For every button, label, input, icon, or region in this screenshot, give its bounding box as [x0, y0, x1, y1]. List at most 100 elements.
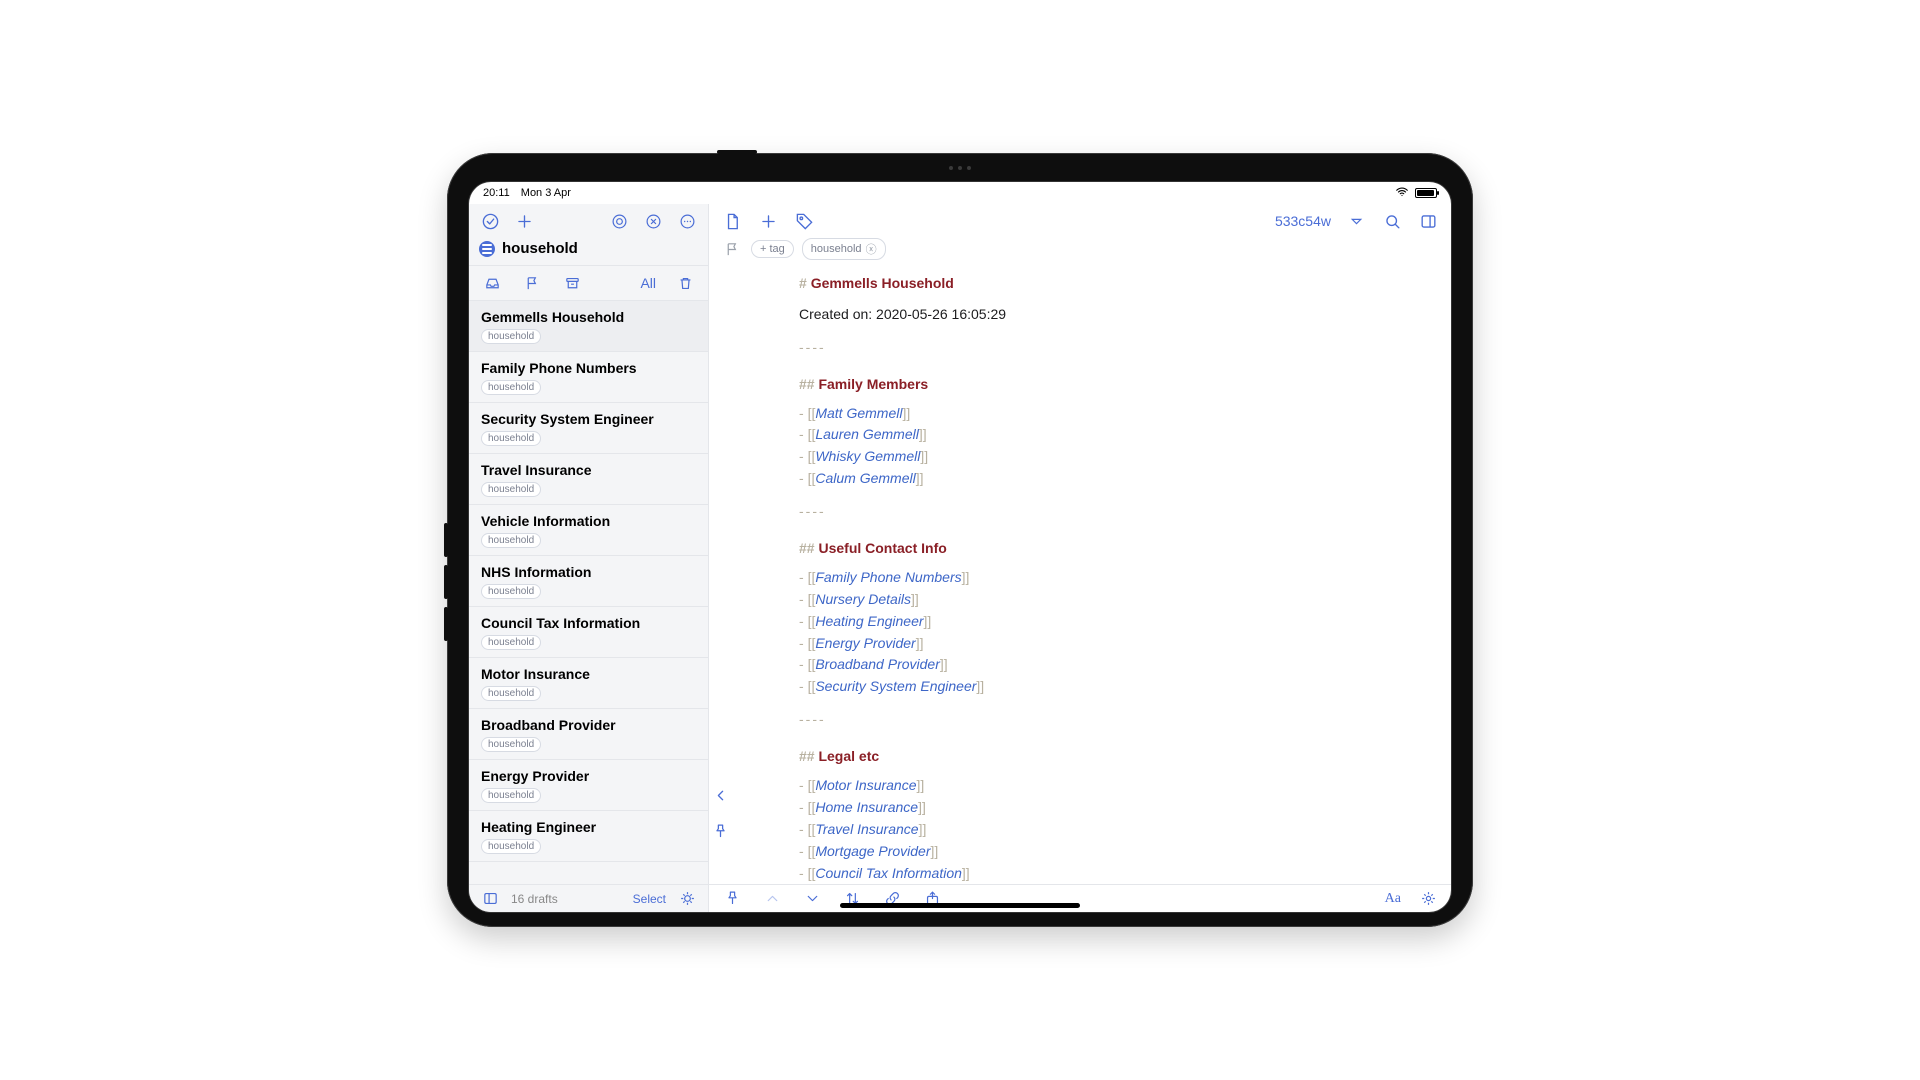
status-time: 20:11 — [483, 187, 510, 199]
screen: 20:11 Mon 3 Apr — [469, 182, 1451, 912]
sidebar-toolbar — [469, 204, 708, 234]
list-item[interactable]: Broadband Provider household — [469, 709, 708, 760]
list-item-title: Energy Provider — [481, 768, 696, 784]
wiki-link[interactable]: Broadband Provider — [815, 656, 940, 672]
content-pane: 533c54w — [709, 204, 1451, 912]
inbox-tab[interactable] — [481, 272, 503, 294]
workspaces-button[interactable] — [479, 210, 501, 232]
list-item-tag: household — [481, 635, 541, 650]
remove-tag-icon[interactable]: ⓧ — [866, 241, 877, 257]
list-actions-button[interactable] — [676, 888, 698, 910]
tag-pill-household[interactable]: household ⓧ — [802, 238, 886, 260]
sidebar-filters: All — [469, 265, 708, 301]
list-item-tag: household — [481, 788, 541, 803]
wiki-link[interactable]: Calum Gemmell — [815, 470, 915, 486]
wiki-link[interactable]: Heating Engineer — [815, 613, 923, 629]
version-menu-button[interactable] — [1345, 210, 1367, 232]
list-item-title: NHS Information — [481, 564, 696, 580]
wiki-link[interactable]: Security System Engineer — [815, 678, 976, 694]
battery-icon — [1415, 188, 1437, 198]
wiki-link[interactable]: Travel Insurance — [815, 821, 918, 837]
list-item-title: Gemmells Household — [481, 309, 696, 325]
list-item[interactable]: Family Phone Numbers household — [469, 352, 708, 403]
trash-tab[interactable] — [674, 272, 696, 294]
list-item-tag: household — [481, 839, 541, 854]
tag-row: + tag household ⓧ — [709, 234, 1451, 264]
status-date: Mon 3 Apr — [521, 187, 571, 199]
list-item-tag: household — [481, 584, 541, 599]
list-item-title: Motor Insurance — [481, 666, 696, 682]
settings-button[interactable] — [1417, 888, 1439, 910]
list-item[interactable]: Security System Engineer household — [469, 403, 708, 454]
list-item-tag: household — [481, 482, 541, 497]
sidebar: household All — [469, 204, 709, 912]
list-item-tag: household — [481, 380, 541, 395]
list-item[interactable]: NHS Information household — [469, 556, 708, 607]
notes-list: Gemmells HouseholdhouseholdFamily Phone … — [469, 301, 708, 884]
wiki-link[interactable]: Energy Provider — [815, 635, 915, 651]
list-item[interactable]: Travel Insurance household — [469, 454, 708, 505]
wiki-link[interactable]: Family Phone Numbers — [815, 569, 961, 585]
wifi-icon — [1395, 185, 1409, 201]
wiki-link[interactable]: Whisky Gemmell — [815, 448, 920, 464]
list-item[interactable]: Energy Provider household — [469, 760, 708, 811]
list-options-button[interactable] — [676, 210, 698, 232]
drafts-count: 16 drafts — [511, 892, 558, 906]
version-label[interactable]: 533c54w — [1275, 213, 1331, 229]
flag-toggle[interactable] — [721, 238, 743, 260]
list-item[interactable]: Heating Engineer household — [469, 811, 708, 862]
archive-tab[interactable] — [561, 272, 583, 294]
content-toolbar: 533c54w — [709, 204, 1451, 234]
home-indicator[interactable] — [840, 903, 1080, 908]
workspace-title[interactable]: household — [469, 234, 708, 265]
wiki-link[interactable]: Matt Gemmell — [815, 405, 902, 421]
list-item[interactable]: Gemmells Household household — [469, 301, 708, 352]
wiki-link[interactable]: Motor Insurance — [815, 777, 916, 793]
wiki-link[interactable]: Mortgage Provider — [815, 843, 930, 859]
tag-pill-label: household — [811, 243, 862, 255]
wiki-link[interactable]: Home Insurance — [815, 799, 918, 815]
list-item-title: Family Phone Numbers — [481, 360, 696, 376]
list-item[interactable]: Vehicle Information household — [469, 505, 708, 556]
status-bar: 20:11 Mon 3 Apr — [469, 182, 1451, 204]
toggle-actions-button[interactable] — [1417, 210, 1439, 232]
list-item-tag: household — [481, 737, 541, 752]
tablet-frame: 20:11 Mon 3 Apr — [447, 153, 1473, 927]
tag-button[interactable] — [793, 210, 815, 232]
list-item-tag: household — [481, 686, 541, 701]
content-footer: Aa — [709, 884, 1451, 912]
editor[interactable]: # Gemmells HouseholdCreated on: 2020-05-… — [709, 264, 1451, 884]
wiki-link[interactable]: Council Tax Information — [815, 865, 962, 881]
toggle-sidebar-button[interactable] — [479, 888, 501, 910]
wiki-link[interactable]: Nursery Details — [815, 591, 911, 607]
select-button[interactable]: Select — [633, 892, 666, 906]
prev-draft-button[interactable] — [761, 888, 783, 910]
list-item-tag: household — [481, 431, 541, 446]
workspace-title-label: household — [502, 240, 578, 257]
new-draft-button[interactable] — [513, 210, 535, 232]
quick-search-button[interactable] — [608, 210, 630, 232]
search-button[interactable] — [1381, 210, 1403, 232]
pin-button[interactable] — [721, 888, 743, 910]
new-draft-content-button[interactable] — [757, 210, 779, 232]
list-item-title: Council Tax Information — [481, 615, 696, 631]
list-item-tag: household — [481, 329, 541, 344]
list-item[interactable]: Motor Insurance household — [469, 658, 708, 709]
add-tag-button[interactable]: + tag — [751, 240, 794, 258]
list-item-title: Heating Engineer — [481, 819, 696, 835]
list-item-title: Broadband Provider — [481, 717, 696, 733]
list-item-title: Security System Engineer — [481, 411, 696, 427]
flagged-tab[interactable] — [521, 272, 543, 294]
next-draft-button[interactable] — [801, 888, 823, 910]
sidebar-footer: 16 drafts Select — [469, 884, 708, 912]
workspace-icon — [479, 241, 495, 257]
wiki-link[interactable]: Lauren Gemmell — [815, 426, 919, 442]
draft-info-button[interactable] — [721, 210, 743, 232]
appearance-button[interactable]: Aa — [1385, 891, 1401, 907]
list-item[interactable]: Council Tax Information household — [469, 607, 708, 658]
all-filter[interactable]: All — [640, 275, 656, 291]
list-item-tag: household — [481, 533, 541, 548]
list-item-title: Vehicle Information — [481, 513, 696, 529]
list-item-title: Travel Insurance — [481, 462, 696, 478]
clear-search-button[interactable] — [642, 210, 664, 232]
